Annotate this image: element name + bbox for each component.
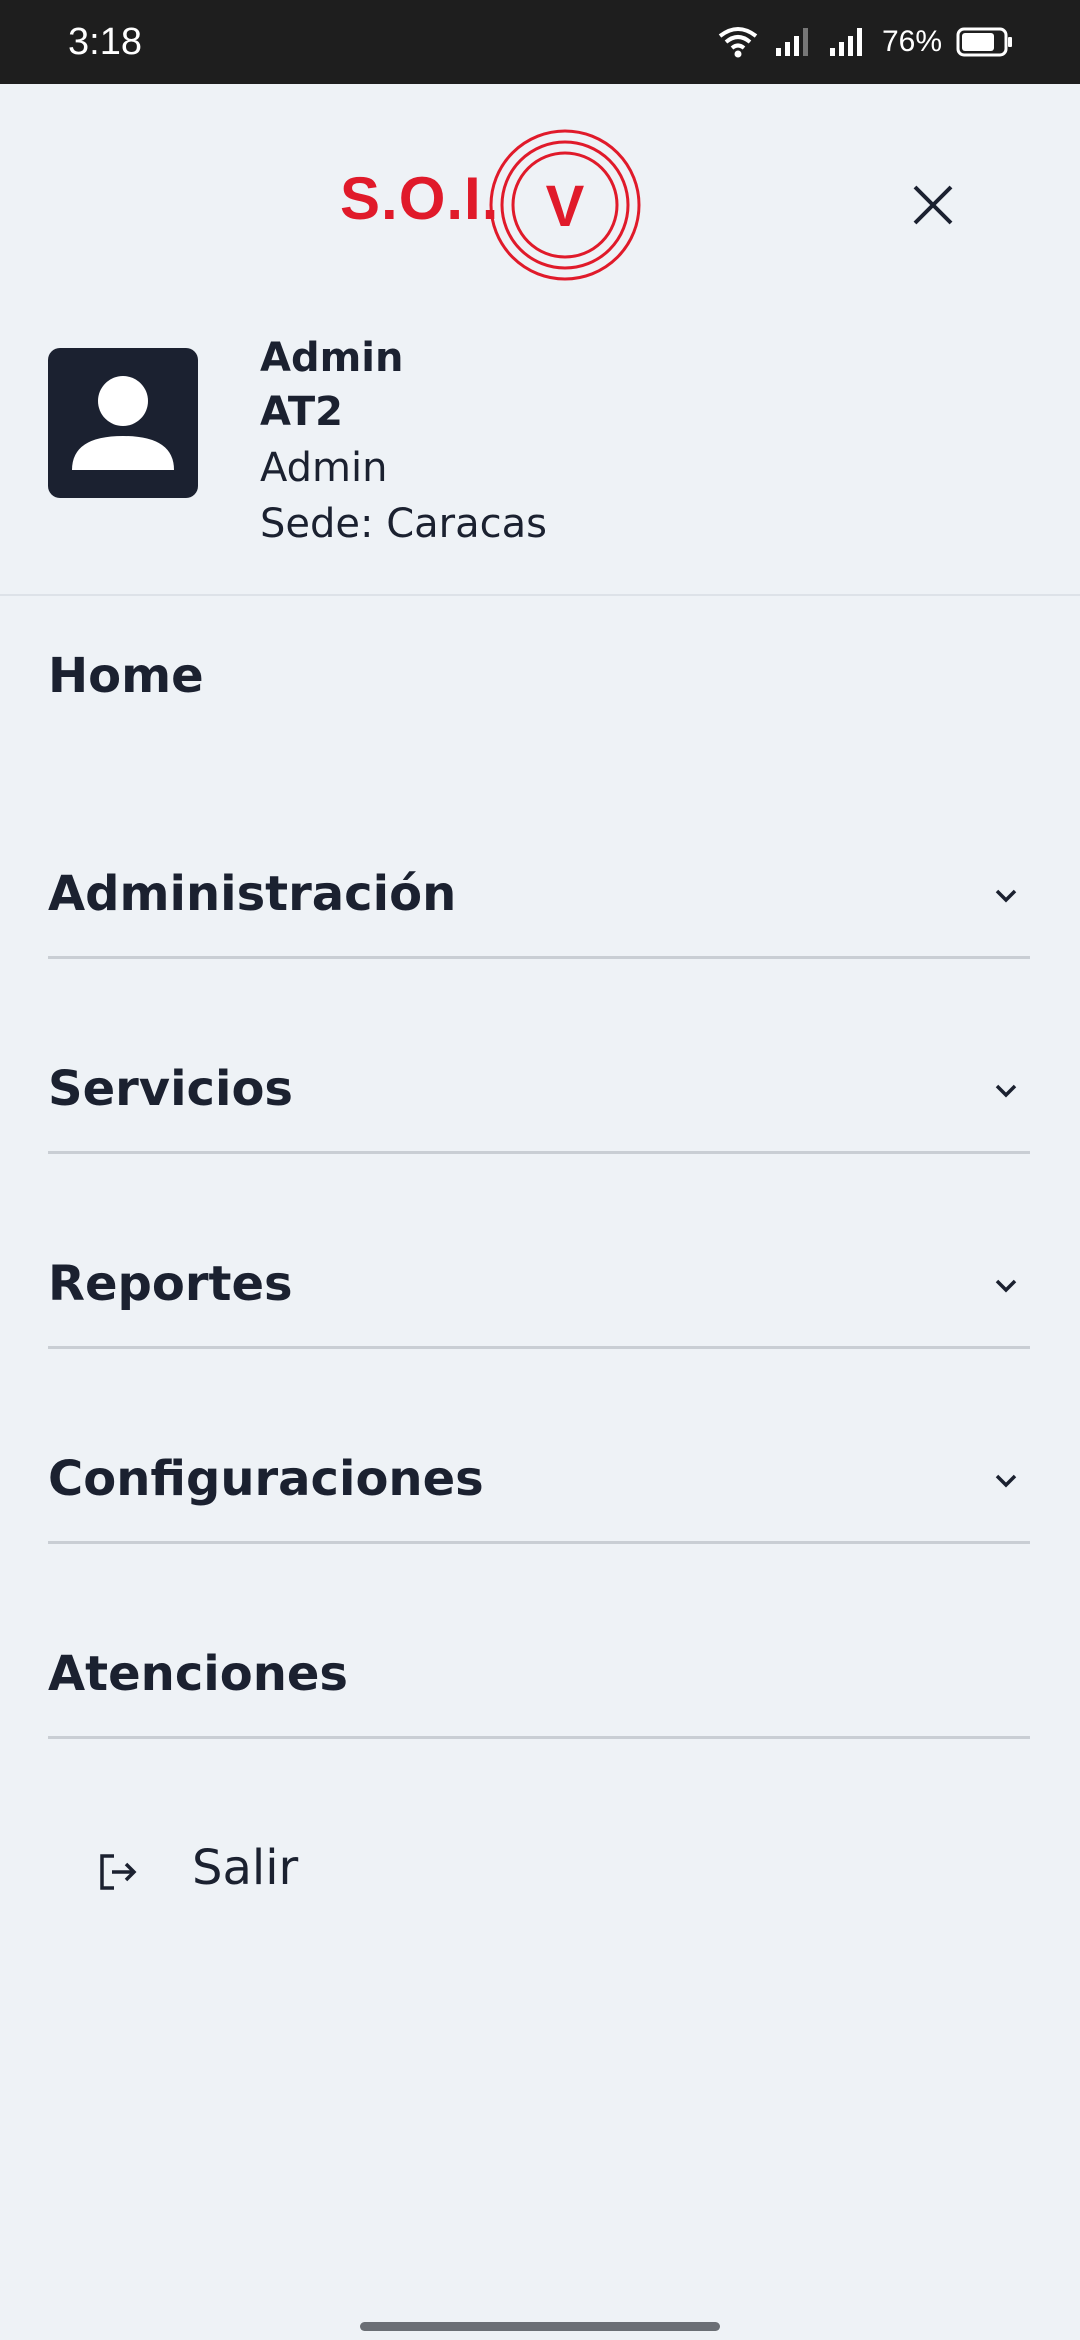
menu-item-label: Reportes	[48, 1256, 293, 1312]
signal-icon-2	[829, 28, 862, 56]
logo-mark: V	[489, 129, 641, 281]
menu-item-label: Configuraciones	[48, 1451, 484, 1507]
status-bar: 3:18 76%	[0, 0, 1080, 84]
user-role: Admin	[260, 445, 388, 491]
chevron-down-icon	[995, 889, 1017, 903]
menu-item-home[interactable]: Home	[48, 640, 1030, 720]
chevron-down-icon	[995, 1084, 1017, 1098]
chevron-down-icon	[995, 1474, 1017, 1488]
battery-icon	[956, 27, 1012, 57]
menu-item-reportes[interactable]: Reportes	[48, 1246, 1030, 1349]
user-name: Admin	[260, 335, 404, 381]
user-sede: Sede: Caracas	[260, 501, 547, 547]
logo-text: S.O.I.	[340, 165, 500, 232]
app-logo: S.O.I. V	[340, 126, 641, 284]
status-icons: 76%	[716, 20, 1014, 64]
menu-item-label: Home	[48, 648, 204, 704]
menu-item-label: Servicios	[48, 1061, 293, 1117]
battery-percentage: 76%	[881, 25, 942, 58]
user-profile: Admin AT2 Admin Sede: Caracas	[0, 330, 1080, 596]
menu-item-label: Administración	[48, 866, 457, 922]
logout-label: Salir	[192, 1840, 299, 1896]
logout-button[interactable]: Salir	[96, 1830, 396, 1910]
chevron-down-icon	[995, 1279, 1017, 1293]
menu-item-atenciones[interactable]: Atenciones	[48, 1636, 1030, 1739]
menu-item-configuraciones[interactable]: Configuraciones	[48, 1441, 1030, 1544]
home-indicator[interactable]	[360, 2322, 720, 2331]
user-icon	[72, 376, 174, 470]
avatar	[48, 348, 198, 498]
user-code: AT2	[260, 389, 343, 435]
menu-item-administracion[interactable]: Administración	[48, 856, 1030, 959]
wifi-icon	[718, 27, 758, 58]
menu-item-servicios[interactable]: Servicios	[48, 1051, 1030, 1154]
signal-icon-1	[775, 28, 808, 56]
logo-mark-letter: V	[546, 174, 585, 239]
menu-item-label: Atenciones	[48, 1646, 348, 1702]
logout-icon	[100, 1854, 137, 1890]
close-icon[interactable]	[900, 172, 966, 238]
status-time: 3:18	[68, 21, 142, 63]
